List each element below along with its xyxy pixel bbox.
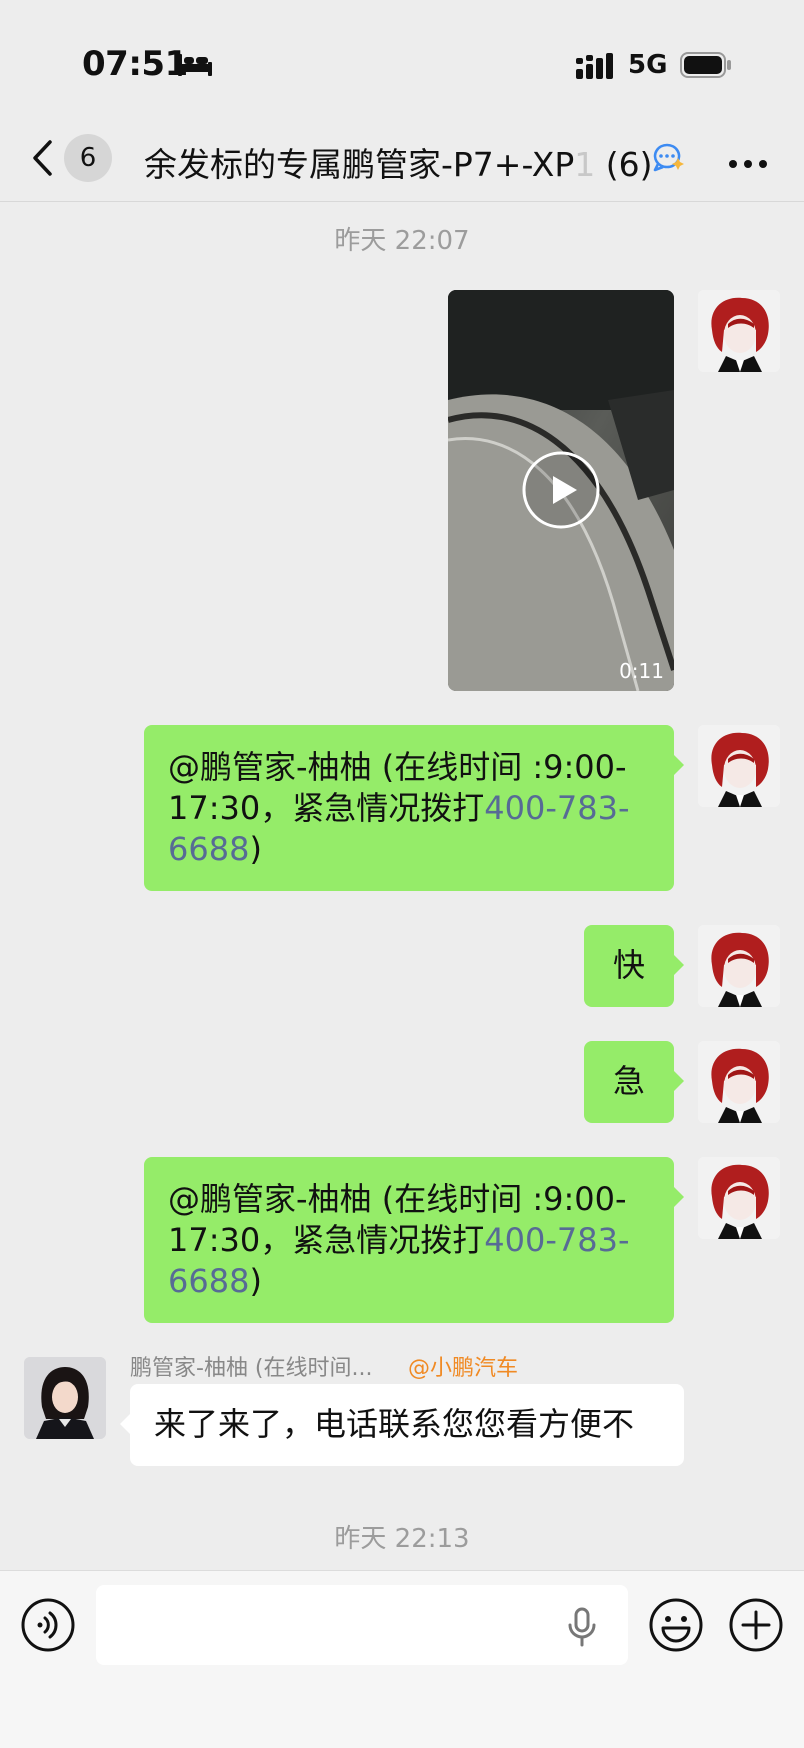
message-text-tail: ) — [249, 1262, 262, 1300]
avatar[interactable] — [698, 725, 780, 807]
message-text: 快 — [612, 946, 645, 984]
video-message[interactable]: 0:11 — [448, 290, 674, 691]
group-chat-icon[interactable] — [652, 142, 686, 176]
bed-icon — [178, 54, 212, 80]
network-type: 5G — [628, 50, 668, 80]
message-text-tail: ) — [249, 830, 262, 868]
avatar[interactable] — [698, 1041, 780, 1123]
status-bar: 07:51 5G — [0, 0, 804, 120]
chat-title-faded: 1 — [574, 145, 596, 184]
video-duration: 0:11 — [619, 659, 664, 683]
message-bubble[interactable]: 急 — [584, 1041, 684, 1123]
avatar[interactable] — [698, 290, 780, 372]
message-bubble[interactable]: 来了来了，电话联系您您看方便不 — [120, 1384, 684, 1466]
signal-icon — [576, 53, 614, 83]
member-count: (6) — [605, 145, 653, 184]
chat-title[interactable]: 余发标的专属鹏管家-P7+-XP1 (6) — [144, 138, 652, 186]
plus-icon[interactable] — [728, 1597, 784, 1657]
message-text: 急 — [612, 1062, 645, 1100]
message-bubble[interactable]: @鹏管家-柚柚 (在线时间 :9:00-17:30，紧急情况拨打400-783-… — [144, 1157, 684, 1323]
input-bar — [0, 1570, 804, 1748]
voice-icon[interactable] — [20, 1597, 76, 1657]
message-input[interactable] — [96, 1585, 628, 1665]
avatar[interactable] — [24, 1357, 106, 1439]
status-time: 07:51 — [82, 44, 188, 84]
mic-icon[interactable] — [566, 1607, 598, 1651]
avatar[interactable] — [698, 925, 780, 1007]
chat-header: 6 余发标的专属鹏管家-P7+-XP1 (6) — [0, 118, 804, 202]
more-icon[interactable] — [728, 154, 768, 173]
sender-tag: @小鹏汽车 — [408, 1356, 519, 1381]
back-icon[interactable] — [30, 138, 54, 182]
message-bubble[interactable]: @鹏管家-柚柚 (在线时间 :9:00-17:30，紧急情况拨打400-783-… — [144, 725, 684, 891]
message-timestamp: 昨天 22:13 — [334, 1524, 470, 1554]
chat-title-text: 余发标的专属鹏管家-P7+-XP — [144, 145, 575, 184]
emoji-icon[interactable] — [648, 1597, 704, 1657]
avatar[interactable] — [698, 1157, 780, 1239]
message-text: 来了来了，电话联系您您看方便不 — [154, 1405, 635, 1443]
sender-name: 鹏管家-柚柚 (在线时间... — [130, 1356, 373, 1381]
message-timestamp: 昨天 22:07 — [334, 226, 470, 256]
unread-count-badge[interactable]: 6 — [64, 134, 112, 182]
play-icon[interactable] — [521, 450, 601, 534]
battery-icon — [680, 52, 732, 82]
message-bubble[interactable]: 快 — [584, 925, 684, 1007]
